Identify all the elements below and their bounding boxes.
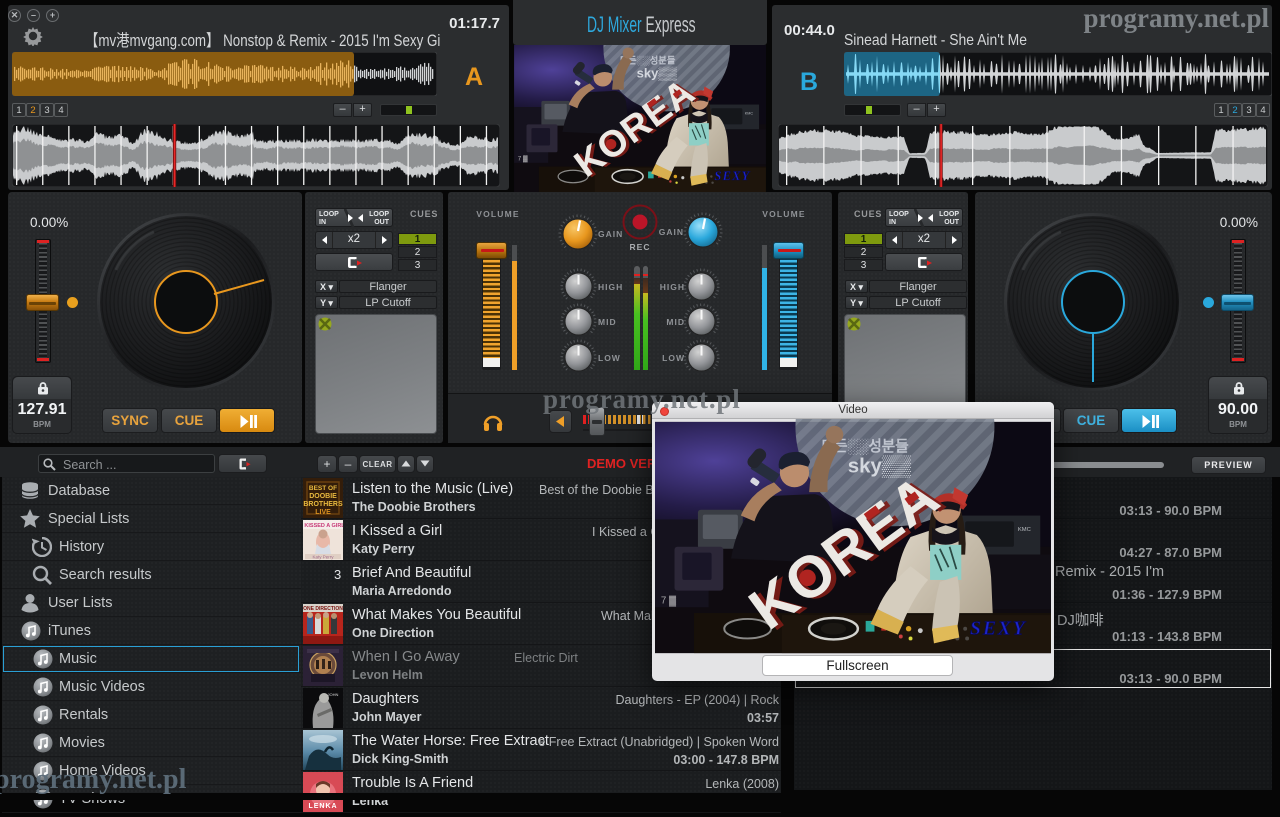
svg-text:ONE DIRECTION: ONE DIRECTION — [303, 606, 343, 612]
svg-text:I KISSED A GIRL: I KISSED A GIRL — [303, 523, 343, 529]
svg-text:BEST OF: BEST OF — [309, 485, 337, 492]
svg-text:DOOBIE: DOOBIE — [309, 493, 337, 500]
svg-text:Katy Perry: Katy Perry — [312, 555, 334, 560]
svg-text:LENKA: LENKA — [308, 803, 337, 810]
svg-text:JOHN: JOHN — [328, 692, 339, 697]
svg-text:BROTHERS: BROTHERS — [303, 501, 343, 508]
svg-text:LIVE: LIVE — [315, 509, 331, 516]
